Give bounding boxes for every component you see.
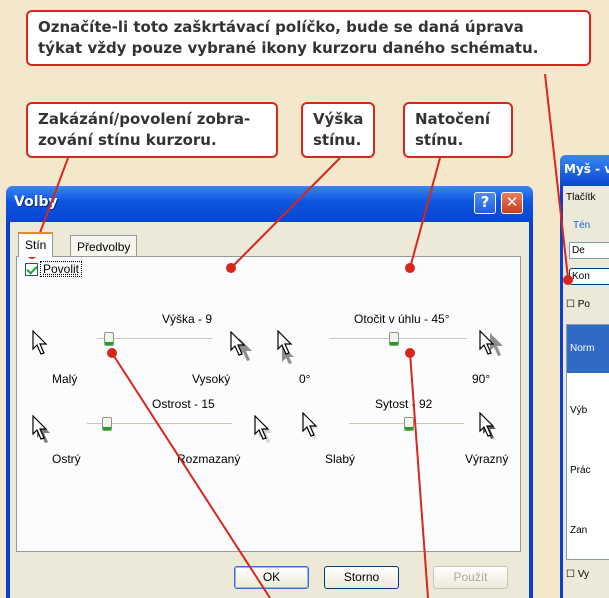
background-checkbox[interactable]: ☐ Po [566, 299, 590, 310]
dialog-title: Volby [14, 194, 58, 210]
height-slider-thumb[interactable] [104, 332, 114, 346]
sharpness-slider-thumb[interactable] [102, 417, 112, 431]
enable-shadow-label: Povolit [40, 261, 83, 277]
cursor-small-shadow-icon [32, 330, 48, 355]
saturation-label: Sytost - 92 [375, 397, 433, 411]
saturation-slider-thumb[interactable] [404, 417, 414, 431]
background-cursor-list[interactable]: Norm Výb Prác Zan [566, 324, 609, 560]
background-button[interactable]: Kon [569, 268, 609, 285]
background-list-item[interactable]: Norm [570, 343, 594, 354]
cursor-rotation-max-icon [479, 330, 503, 356]
background-dialog-client: Tlačítk Tén De Kon ☐ Po Norm Výb Prác Za… [563, 186, 609, 598]
background-checkbox-label: Po [577, 299, 590, 310]
callout-rotation-line2: stínu. [415, 131, 464, 149]
callout-shadow-line2: zování stínu kurzoru. [38, 131, 217, 149]
background-tab[interactable]: Tlačítk [566, 192, 595, 203]
cursor-blurred-icon [254, 415, 272, 443]
callout-height-line2: stínu. [313, 131, 362, 149]
apply-button[interactable]: Použít [433, 566, 508, 589]
background-dialog-title: Myš - v [560, 155, 609, 186]
tab-presets[interactable]: Předvolby [70, 235, 138, 256]
rotation-label: Otočit v úhlu - 45° [354, 312, 450, 326]
height-label: Výška - 9 [162, 312, 213, 326]
callout-top-line2: týkat vždy pouze vybrané ikony kurzoru d… [38, 39, 539, 57]
sharpness-min-label: Ostrý [52, 452, 81, 466]
sharpness-max-label: Rozmazaný [177, 452, 241, 466]
dialog-client: Stín Předvolby Povolit Výška - 9 Malý Vy… [10, 222, 529, 598]
background-list-item[interactable]: Prác [570, 465, 591, 476]
background-mouse-dialog: Myš - v Tlačítk Tén De Kon ☐ Po Norm Výb… [560, 155, 609, 598]
background-bottom-checkbox-label: Vy [577, 569, 590, 580]
background-list-item[interactable]: Zan [570, 525, 587, 536]
background-bottom-checkbox[interactable]: ☐ Vy [566, 569, 589, 580]
sharpness-label: Ostrost - 15 [152, 397, 215, 411]
rotation-slider-thumb[interactable] [389, 332, 399, 346]
callout-height-line1: Výška [313, 110, 364, 128]
background-group-label: Tén [573, 220, 591, 231]
background-combo[interactable]: De [569, 242, 609, 259]
height-track [97, 338, 212, 340]
ok-button[interactable]: OK [234, 566, 309, 589]
rotation-max-label: 90° [472, 372, 491, 386]
checkbox-checked-icon [25, 262, 38, 276]
dialog-titlebar[interactable]: Volby ? ✕ [6, 186, 533, 222]
callout-shadow-toggle: Zakázání/povolení zobra- zování stínu ku… [26, 102, 278, 158]
help-button[interactable]: ? [474, 192, 496, 214]
callout-rotation: Natočení stínu. [403, 102, 513, 158]
rotation-min-label: 0° [299, 372, 311, 386]
tab-shadow[interactable]: Stín [18, 232, 54, 257]
height-max-label: Vysoký [192, 372, 231, 386]
callout-rotation-line1: Natočení [415, 110, 491, 128]
background-list-item[interactable]: Výb [570, 405, 587, 416]
saturation-min-label: Slabý [325, 452, 356, 466]
height-min-label: Malý [52, 372, 78, 386]
callout-shadow-line1: Zakázání/povolení zobra- [38, 110, 251, 128]
cursor-strong-icon [479, 412, 496, 439]
options-dialog: Volby ? ✕ Stín Předvolby Povolit Výška -… [6, 186, 533, 598]
callout-top: Označíte-li toto zaškrtávací políčko, bu… [26, 10, 591, 66]
shadow-panel: Povolit Výška - 9 Malý Vysoký Otočit v ú… [16, 256, 521, 552]
cancel-button[interactable]: Storno [324, 566, 399, 589]
cursor-large-shadow-icon [230, 331, 252, 361]
cursor-rotation-zero-icon [277, 330, 294, 364]
close-button[interactable]: ✕ [501, 192, 523, 214]
enable-shadow-checkbox[interactable]: Povolit [25, 261, 83, 277]
callout-top-line1: Označíte-li toto zaškrtávací políčko, bu… [38, 18, 524, 36]
cursor-sharp-icon [32, 415, 50, 443]
saturation-max-label: Výrazný [465, 452, 509, 466]
callout-height: Výška stínu. [301, 102, 375, 158]
cursor-weak-icon [302, 412, 319, 439]
